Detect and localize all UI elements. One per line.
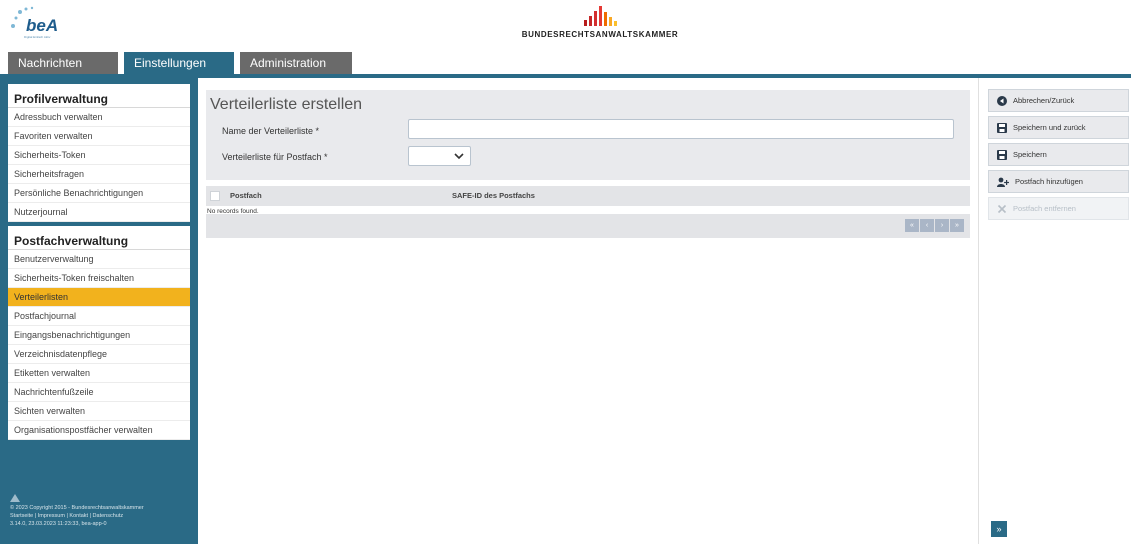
last-page-button[interactable]: »	[950, 219, 964, 232]
sidebar-item-token-freischalten[interactable]: Sicherheits-Token freischalten	[8, 269, 190, 288]
sidebar-item-organisationspostfaecher[interactable]: Organisationspostfächer verwalten	[8, 421, 190, 440]
sidebar-item-verzeichnisdatenpflege[interactable]: Verzeichnisdatenpflege	[8, 345, 190, 364]
brak-small-icon	[10, 494, 20, 502]
sidebar-item-nutzerjournal[interactable]: Nutzerjournal	[8, 203, 190, 222]
postfach-label: Verteilerliste für Postfach *	[222, 152, 328, 162]
sidebar-item-etiketten[interactable]: Etiketten verwalten	[8, 364, 190, 383]
sidebar: Profilverwaltung Adressbuch verwalten Fa…	[0, 78, 198, 544]
sidebar-footer: © 2023 Copyright 2015 - Bundesrechtsanwa…	[10, 494, 196, 528]
prev-page-button[interactable]: ‹	[920, 219, 934, 232]
cancel-back-button[interactable]: Abbrechen/Zurück	[988, 89, 1129, 112]
sidebar-item-benutzerverwaltung[interactable]: Benutzerverwaltung	[8, 250, 190, 269]
save-button[interactable]: Speichern	[988, 143, 1129, 166]
save-and-back-button[interactable]: Speichern und zurück	[988, 116, 1129, 139]
sidebar-item-postfachjournal[interactable]: Postfachjournal	[8, 307, 190, 326]
profil-panel-title: Profilverwaltung	[8, 84, 190, 108]
app-window: beA Digital Einfach Aktiv BUNDESRECHTSAN…	[0, 0, 1131, 544]
sidebar-item-eingangsbenachrichtigungen[interactable]: Eingangsbenachrichtigungen	[8, 326, 190, 345]
main-tabs: Nachrichten Einstellungen Administration	[8, 52, 352, 74]
tab-administration[interactable]: Administration	[240, 52, 352, 74]
tab-nachrichten[interactable]: Nachrichten	[8, 52, 118, 74]
save-icon	[997, 149, 1007, 160]
close-icon	[997, 204, 1007, 213]
postfach-panel-title: Postfachverwaltung	[8, 226, 190, 250]
postfach-panel: Postfachverwaltung Benutzerverwaltung Si…	[8, 226, 190, 440]
add-user-icon	[997, 177, 1009, 187]
name-input[interactable]	[408, 119, 954, 139]
footer-copyright: © 2023 Copyright 2015 - Bundesrechtsanwa…	[10, 505, 144, 511]
bea-logo[interactable]: beA Digital Einfach Aktiv	[8, 4, 70, 42]
footer-links[interactable]: Startseite | Impressum | Kontakt | Daten…	[10, 512, 196, 520]
profil-panel: Profilverwaltung Adressbuch verwalten Fa…	[8, 84, 190, 222]
sidebar-item-nachrichtenfusszeile[interactable]: Nachrichtenfußzeile	[8, 383, 190, 402]
chevron-down-icon	[454, 153, 464, 160]
next-page-button[interactable]: ›	[935, 219, 949, 232]
cancel-back-label: Abbrechen/Zurück	[1013, 96, 1075, 105]
postfach-select[interactable]	[408, 146, 471, 166]
save-label: Speichern	[1013, 150, 1047, 159]
brak-title: BUNDESRECHTSANWALTSKAMMER	[521, 30, 679, 39]
sidebar-item-sichten[interactable]: Sichten verwalten	[8, 402, 190, 421]
sidebar-item-favoriten[interactable]: Favoriten verwalten	[8, 127, 190, 146]
footer-version: 3.14.0, 23.03.2023 11:23:33, bea-app-0	[10, 521, 107, 527]
table-header: Postfach SAFE-ID des Postfachs	[206, 186, 970, 206]
remove-postfach-label: Postfach entfernen	[1013, 204, 1076, 213]
save-and-back-label: Speichern und zurück	[1013, 123, 1086, 132]
logo-tagline: Digital Einfach Aktiv	[24, 35, 51, 39]
back-circle-icon	[997, 95, 1007, 106]
pager: « ‹ › »	[905, 219, 964, 232]
form-box: Verteilerliste erstellen Name der Vertei…	[206, 90, 970, 180]
sidebar-item-sicherheits-token[interactable]: Sicherheits-Token	[8, 146, 190, 165]
column-postfach[interactable]: Postfach	[230, 191, 262, 200]
collapse-panel-button[interactable]: »	[991, 521, 1007, 537]
header: beA Digital Einfach Aktiv BUNDESRECHTSAN…	[0, 0, 1131, 52]
name-label: Name der Verteilerliste *	[222, 126, 320, 136]
save-icon	[997, 122, 1007, 133]
select-all-checkbox[interactable]	[210, 191, 220, 201]
remove-postfach-button[interactable]: Postfach entfernen	[988, 197, 1129, 220]
add-postfach-label: Postfach hinzufügen	[1015, 177, 1083, 186]
page-title: Verteilerliste erstellen	[210, 96, 363, 113]
first-page-button[interactable]: «	[905, 219, 919, 232]
logo-text: beA	[26, 16, 58, 35]
actions-panel: Abbrechen/Zurück Speichern und zurück Sp…	[978, 78, 1131, 544]
sidebar-item-sicherheitsfragen[interactable]: Sicherheitsfragen	[8, 165, 190, 184]
column-safe-id[interactable]: SAFE-ID des Postfachs	[452, 191, 535, 200]
add-postfach-button[interactable]: Postfach hinzufügen	[988, 170, 1129, 193]
sidebar-item-verteilerlisten[interactable]: Verteilerlisten	[8, 288, 190, 307]
brak-bars-icon	[500, 6, 700, 26]
pagination-bar: « ‹ › »	[206, 214, 970, 238]
tab-einstellungen[interactable]: Einstellungen	[124, 52, 234, 74]
sidebar-item-adressbuch[interactable]: Adressbuch verwalten	[8, 108, 190, 127]
brak-logo: BUNDESRECHTSANWALTSKAMMER	[500, 6, 700, 39]
sidebar-item-benachrichtigungen[interactable]: Persönliche Benachrichtigungen	[8, 184, 190, 203]
